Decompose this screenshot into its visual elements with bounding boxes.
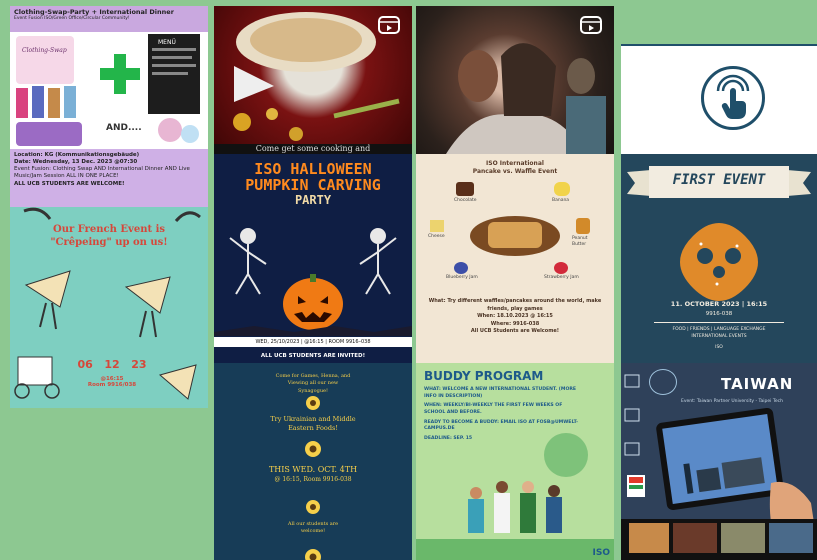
halloween-welcome: ALL UCB STUDENTS ARE INVITED! — [260, 353, 366, 359]
post-header: Clothing-Swap-Party + International Dinn… — [10, 6, 208, 32]
menu-text: MENÜ — [158, 39, 176, 46]
buddy-illustration — [416, 433, 614, 560]
reel-icon — [580, 16, 602, 34]
first-event-tags2: INTERNATIONAL EVENTS — [691, 333, 747, 339]
post-subtitle: Event Fusion ISO/Green Office/Circular C… — [14, 16, 130, 21]
touch-prompt-panel[interactable] — [621, 44, 817, 155]
pancake-what: What: Try different waffles/pancakes aro… — [428, 298, 602, 312]
crepe-day: 06 — [77, 358, 93, 371]
topping-label: Banana — [552, 198, 570, 203]
food-date-2: @ 16:15, Room 9916-038 — [274, 475, 352, 483]
food-welcome-1: All our students are — [287, 521, 339, 527]
pancake-where: Where: 9916-038 — [490, 320, 540, 327]
reel-icon — [378, 16, 400, 34]
post-info: Location: KG (Kommunikationsgebäude) Dat… — [10, 149, 208, 207]
fusion-text: Event Fusion: Clothing Swap AND Internat… — [14, 166, 190, 180]
post-tile-food-event[interactable]: Come for Games, Henna, and Viewing all o… — [214, 363, 412, 560]
post-tile-cooking-reel[interactable]: Come get some cooking and — [214, 6, 412, 154]
welcome-text: ALL UCB STUDENTS ARE WELCOME! — [14, 180, 125, 187]
location-text: Location: KG (Kommunikationsgebäude) — [14, 152, 140, 158]
first-event-org: ISO — [715, 344, 723, 350]
crepe-year: 23 — [131, 358, 147, 371]
food-welcome-2: welcome! — [300, 528, 326, 534]
overlay-text: Come get some cooking and — [214, 144, 412, 154]
svg-text:Clothing-Swap: Clothing-Swap — [22, 47, 67, 54]
pancake-title-2: Pancake vs. Waffle Event — [472, 167, 558, 175]
topping-label: Chocolate — [454, 198, 477, 203]
skeleton-right — [359, 228, 397, 295]
post-tile-pancake-waffle[interactable]: ISO International Pancake vs. Waffle Eve… — [416, 154, 614, 363]
first-event-title: FIRST EVENT — [672, 172, 766, 188]
halloween-illustration — [214, 228, 412, 336]
post-title: Clothing-Swap-Party + International Dinn… — [14, 8, 174, 16]
clothing-swap-illustration: Clothing-Swap MENÜ AND.... — [16, 34, 200, 146]
pancake-when: When: 18.10.2023 @ 16:15 — [477, 313, 553, 319]
buddy-org: ISO — [592, 548, 610, 558]
crepe-month: 12 — [104, 358, 120, 371]
post-tile-buddy-program[interactable]: BUDDY PROGRAM WHAT: WELCOME A NEW INTERN… — [416, 363, 614, 560]
topping-label: Cheese — [428, 234, 445, 239]
post-tile-clothing-swap[interactable]: Clothing-Swap-Party + International Dinn… — [10, 6, 208, 207]
topping-label: Blueberry Jam — [446, 275, 478, 280]
post-tile-halloween[interactable]: ISO HALLOWEEN PUMPKIN CARVING PARTY WED,… — [214, 154, 412, 363]
pancake-title-1: ISO International — [486, 160, 544, 167]
pancake-welcome: All UCB Students are Welcome! — [470, 328, 560, 334]
first-event-room: 9916-038 — [705, 310, 733, 317]
post-tile-crepe-event[interactable]: Our French Event is "Crêpeing" up on us!… — [10, 207, 208, 408]
post-tile-first-event[interactable]: FIRST EVENT 11. OCTOBER 2023 | 16:15 991… — [621, 154, 817, 363]
food-try-2: Eastern Foods! — [288, 424, 338, 433]
topping-label: Strawberry Jam — [544, 275, 579, 280]
halloween-info: WED, 25/10/2023 | @16:15 | ROOM 9916–038 — [214, 337, 412, 347]
touch-icon[interactable] — [701, 66, 765, 130]
taiwan-illustration — [621, 374, 817, 560]
date-text: Date: Wednesday, 13 Dec. 2023 @07:30 — [14, 159, 138, 166]
food-date-1: THIS WED. OCT. 4TH — [268, 465, 358, 474]
crepe-room: Room 9916/038 — [87, 382, 137, 388]
post-tile-taiwan[interactable]: TAIWAN Event: Taiwan Partner University … — [621, 363, 817, 560]
and-text: AND.... — [106, 123, 142, 133]
first-event-date: 11. OCTOBER 2023 | 16:15 — [670, 300, 768, 308]
toppings-area: Chocolate Banana Cheese Peanut Butter Bl… — [426, 180, 604, 284]
first-event-tags: FOOD | FRIENDS | LANGUAGE EXCHANGE — [672, 327, 766, 332]
skeleton-left — [229, 228, 267, 295]
topping-label: Peanut Butter — [572, 236, 588, 247]
food-try-1: Try Ukrainian and Middle — [270, 415, 356, 423]
post-tile-party-reel[interactable] — [416, 6, 614, 154]
